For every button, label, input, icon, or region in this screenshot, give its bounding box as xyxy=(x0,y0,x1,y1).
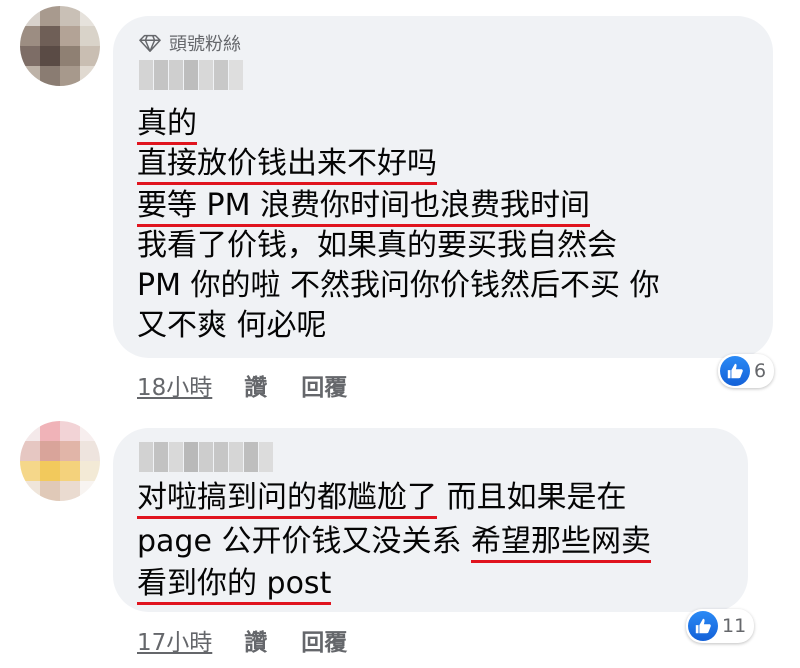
comment-line: page 公开价钱又没关系 希望那些网卖 xyxy=(137,522,651,563)
comment-actions: 18小時 讚 回覆 xyxy=(137,368,347,402)
comment-text: page 公开价钱又没关系 xyxy=(137,524,471,559)
underlined-text: 直接放价钱出来不好吗 xyxy=(137,146,437,185)
underlined-text: 真的 xyxy=(137,106,197,145)
comment-text: 而且如果是在 xyxy=(437,480,627,515)
commenter-name-blurred[interactable] xyxy=(139,442,273,472)
underlined-text: 对啦搞到问的都尴尬了 xyxy=(137,480,437,519)
timestamp-link[interactable]: 18小時 xyxy=(137,368,212,402)
comment-line: 看到你的 post xyxy=(137,564,332,605)
like-button[interactable]: 讚 xyxy=(244,368,267,402)
reaction-summary[interactable]: 11 xyxy=(686,609,755,643)
underlined-text: 看到你的 post xyxy=(137,566,332,605)
comment-line: 直接放价钱出来不好吗 xyxy=(137,144,437,185)
diamond-icon xyxy=(139,34,161,52)
comment-line: 真的 xyxy=(137,104,197,145)
timestamp-link[interactable]: 17小時 xyxy=(137,623,212,657)
underlined-text: 希望那些网卖 xyxy=(471,524,651,563)
comment-actions: 17小時 讚 回覆 xyxy=(137,623,347,657)
top-fan-badge[interactable]: 頭號粉絲 xyxy=(139,30,241,56)
commenter-name-blurred[interactable] xyxy=(139,60,243,90)
comment-line: PM 你的啦 不然我问你价钱然后不买 你 xyxy=(137,268,660,303)
underlined-text: 要等 PM 浪费你时间也浪费我时间 xyxy=(137,188,591,227)
comment-line: 对啦搞到问的都尴尬了 而且如果是在 xyxy=(137,478,627,519)
comment-bubble: 頭號粉絲 真的 直接放价钱出来不好吗 要等 PM 浪费你时间也浪费我时间 我看了… xyxy=(113,16,773,358)
like-icon xyxy=(720,356,750,386)
commenter-avatar[interactable] xyxy=(20,6,100,86)
reaction-summary[interactable]: 6 xyxy=(718,354,775,388)
comment-line: 又不爽 何必呢 xyxy=(137,308,327,343)
comment-line: 要等 PM 浪费你时间也浪费我时间 xyxy=(137,186,591,227)
reply-button[interactable]: 回覆 xyxy=(301,368,347,402)
like-button[interactable]: 讚 xyxy=(244,623,267,657)
reaction-count: 6 xyxy=(754,360,767,382)
comment-bubble: 对啦搞到问的都尴尬了 而且如果是在 page 公开价钱又没关系 希望那些网卖 看… xyxy=(113,428,748,612)
reply-button[interactable]: 回覆 xyxy=(301,623,347,657)
badge-label: 頭號粉絲 xyxy=(169,34,241,55)
commenter-avatar[interactable] xyxy=(20,421,100,501)
like-icon xyxy=(688,611,718,641)
reaction-count: 11 xyxy=(722,615,747,637)
comment-line: 我看了价钱，如果真的要买我自然会 xyxy=(137,228,617,263)
